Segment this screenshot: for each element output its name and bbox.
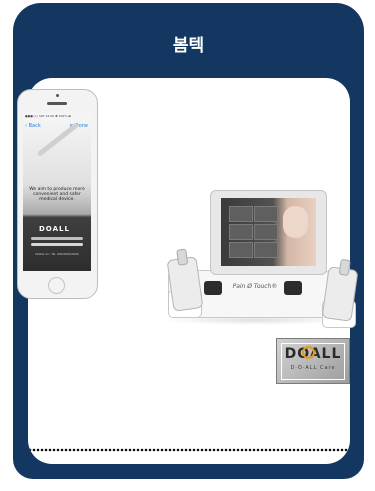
home-button-icon [48, 277, 65, 294]
handpiece-tip [338, 258, 351, 277]
logo-ring-icon [302, 346, 315, 359]
tablet-tile [254, 224, 278, 240]
device-needle-image [36, 122, 80, 157]
back-label: Back [28, 123, 41, 129]
back-link: ‹ Back [25, 123, 41, 129]
speaker-grill-left [204, 281, 222, 295]
tablet-tile [229, 242, 253, 258]
speaker-grill-right [284, 281, 302, 295]
camera-icon [56, 94, 59, 97]
dotted-divider [28, 448, 350, 452]
handpiece-tip [176, 248, 189, 266]
doall-care-badge: DOALL D·O·ALL Care [276, 338, 350, 384]
phone-button-primary [31, 237, 83, 240]
device-brand: Pain Ø Touch® [232, 283, 278, 290]
status-bar: ●●●○○ SKT 12:00 ✱ 100% ▬ [25, 114, 71, 118]
tablet-tile [254, 242, 278, 258]
phone-mockup: ●●●○○ SKT 12:00 ✱ 100% ▬ ‹ Back ✕ Done W… [17, 89, 98, 299]
phone-headline: We aim to produce more convenient and sa… [29, 187, 85, 202]
tablet-device [210, 190, 327, 275]
tablet-tile [229, 224, 253, 240]
badge-tagline: D·O·ALL Care [290, 365, 336, 371]
speaker-icon [47, 102, 67, 105]
face-image [283, 206, 308, 238]
page-title: 봄텍 [172, 36, 205, 56]
phone-button-secondary [31, 243, 83, 246]
tablet-tile [229, 206, 253, 222]
phone-screen: ●●●○○ SKT 12:00 ✱ 100% ▬ ‹ Back ✕ Done W… [23, 113, 91, 271]
tablet-screen [221, 198, 316, 266]
phone-footer: DOALL Inc. Tel. 000-0000-0000 [35, 252, 79, 256]
tablet-tile [254, 206, 278, 222]
phone-logo: DOALL [39, 225, 70, 233]
